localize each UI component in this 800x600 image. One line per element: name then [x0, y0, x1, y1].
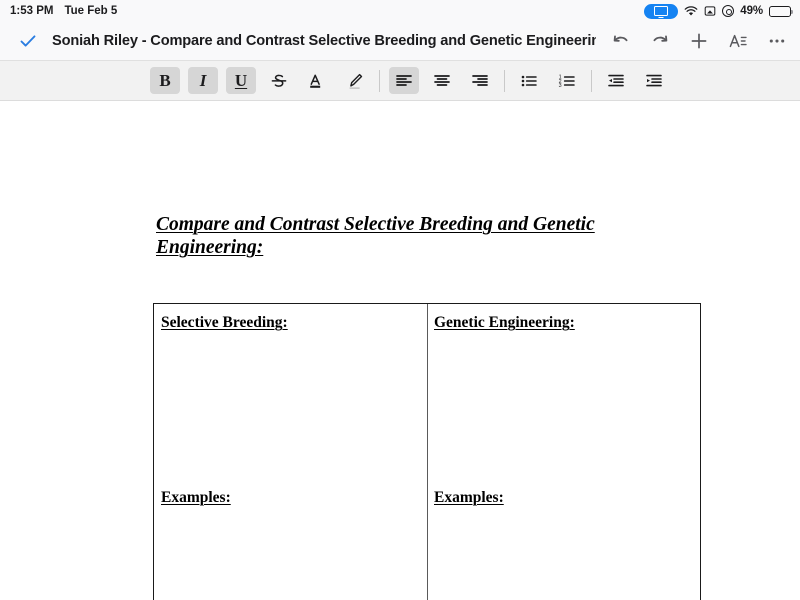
rotation-lock-icon — [704, 6, 716, 16]
text-color-button[interactable] — [302, 67, 332, 94]
genetic-engineering-header[interactable]: Genetic Engineering: — [434, 314, 575, 332]
battery-icon — [769, 5, 794, 17]
screen-mirroring-glyph — [654, 6, 669, 16]
text-style-group: B I U — [150, 67, 370, 94]
battery-percent: 49% — [740, 5, 763, 17]
toolbar-separator-1 — [379, 69, 380, 92]
comparison-table[interactable]: Selective Breeding: Genetic Engineering:… — [153, 303, 701, 600]
done-check-button[interactable] — [14, 27, 42, 55]
bold-button[interactable]: B — [150, 67, 180, 94]
right-examples-label[interactable]: Examples: — [434, 489, 504, 507]
underline-button[interactable]: U — [226, 67, 256, 94]
page-title[interactable]: Soniah Riley - Compare and Contrast Sele… — [52, 33, 596, 49]
numbered-list-button[interactable]: 1 2 3 — [552, 67, 582, 94]
document-canvas[interactable]: Compare and Contrast Selective Breeding … — [0, 101, 800, 600]
title-bar-actions — [596, 30, 788, 52]
status-bar-left: 1:53 PM Tue Feb 5 — [10, 5, 117, 17]
formatting-toolbar: B I U 1 2 3 — [0, 60, 800, 101]
left-examples-label[interactable]: Examples: — [161, 489, 231, 507]
align-center-button[interactable] — [427, 67, 457, 94]
redo-icon[interactable] — [649, 30, 671, 52]
highlight-button[interactable] — [340, 67, 370, 94]
text-format-icon[interactable] — [727, 30, 749, 52]
document-title-bar: Soniah Riley - Compare and Contrast Sele… — [0, 22, 800, 60]
increase-indent-button[interactable] — [639, 67, 669, 94]
toolbar-separator-2 — [504, 69, 505, 92]
status-date: Tue Feb 5 — [64, 5, 118, 17]
wifi-icon — [684, 5, 698, 16]
toolbar-separator-3 — [591, 69, 592, 92]
status-time: 1:53 PM — [10, 5, 54, 17]
status-bar-right: 49% — [644, 3, 794, 19]
at-symbol-icon — [722, 5, 735, 17]
screen-mirroring-icon[interactable] — [644, 3, 679, 19]
undo-icon[interactable] — [610, 30, 632, 52]
alignment-group — [389, 67, 495, 94]
checkmark-icon — [20, 35, 36, 47]
bulleted-list-button[interactable] — [514, 67, 544, 94]
add-icon[interactable] — [688, 30, 710, 52]
selective-breeding-header[interactable]: Selective Breeding: — [161, 314, 288, 332]
list-group: 1 2 3 — [514, 67, 582, 94]
svg-text:3: 3 — [559, 83, 562, 89]
document-heading[interactable]: Compare and Contrast Selective Breeding … — [156, 213, 634, 259]
align-right-button[interactable] — [465, 67, 495, 94]
italic-button[interactable]: I — [188, 67, 218, 94]
strikethrough-button[interactable] — [264, 67, 294, 94]
indent-group — [601, 67, 669, 94]
more-options-icon[interactable] — [766, 30, 788, 52]
table-column-divider — [427, 304, 429, 600]
status-bar: 1:53 PM Tue Feb 5 49% — [0, 0, 800, 22]
align-left-button[interactable] — [389, 67, 419, 94]
decrease-indent-button[interactable] — [601, 67, 631, 94]
